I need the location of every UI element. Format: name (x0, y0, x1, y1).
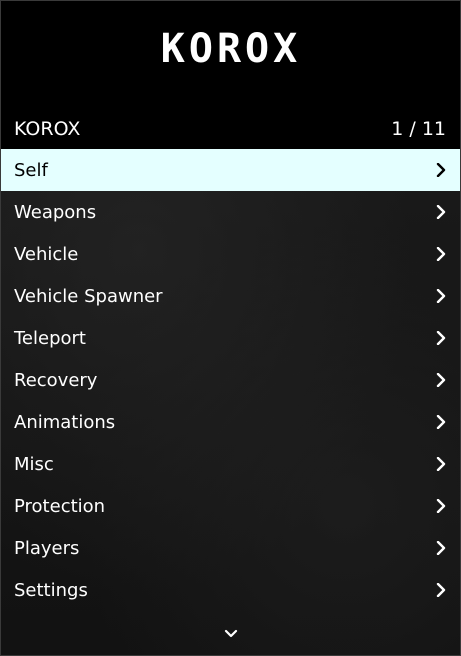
chevron-right-icon (436, 583, 446, 597)
chevron-right-icon (436, 289, 446, 303)
menu-item-label: Vehicle Spawner (14, 285, 163, 307)
chevron-right-icon (436, 457, 446, 471)
menu-item-settings[interactable]: Settings (1, 569, 460, 611)
chevron-right-icon (436, 415, 446, 429)
menu-item-protection[interactable]: Protection (1, 485, 460, 527)
menu-footer[interactable] (1, 613, 460, 655)
menu-item-label: Vehicle (14, 243, 79, 265)
menu-item-animations[interactable]: Animations (1, 401, 460, 443)
menu-item-label: Players (14, 537, 80, 559)
chevron-right-icon (436, 205, 446, 219)
menu-item-label: Misc (14, 453, 54, 475)
menu-item-recovery[interactable]: Recovery (1, 359, 460, 401)
menu-item-label: Recovery (14, 369, 98, 391)
svg-text:KOROX: KOROX (160, 26, 300, 72)
menu-item-vehicle-spawner[interactable]: Vehicle Spawner (1, 275, 460, 317)
menu-item-misc[interactable]: Misc (1, 443, 460, 485)
chevron-right-icon (436, 541, 446, 555)
menu-item-vehicle[interactable]: Vehicle (1, 233, 460, 275)
menu-item-label: Self (14, 159, 48, 181)
menu-item-label: Settings (14, 579, 88, 601)
chevron-right-icon (436, 331, 446, 345)
menu-subheader: KOROX 1 / 11 (1, 109, 460, 149)
menu-item-teleport[interactable]: Teleport (1, 317, 460, 359)
menu-body: Self Weapons Vehicle Vehicle Spawner Tel… (1, 149, 460, 655)
menu-items: Self Weapons Vehicle Vehicle Spawner Tel… (1, 149, 460, 611)
menu-item-label: Teleport (14, 327, 86, 349)
korox-logo: KOROX (160, 26, 300, 72)
menu-item-label: Animations (14, 411, 116, 433)
page-indicator: 1 / 11 (391, 118, 446, 140)
menu-title: KOROX (14, 118, 81, 140)
chevron-down-icon[interactable] (224, 629, 238, 639)
mod-menu: KOROX KOROX 1 / 11 Self Weapons Vehicle … (0, 0, 461, 656)
menu-header: KOROX (1, 1, 460, 109)
chevron-right-icon (436, 247, 446, 261)
chevron-right-icon (436, 163, 446, 177)
chevron-right-icon (436, 373, 446, 387)
menu-item-label: Weapons (14, 201, 97, 223)
menu-item-self[interactable]: Self (1, 149, 460, 191)
chevron-right-icon (436, 499, 446, 513)
menu-item-weapons[interactable]: Weapons (1, 191, 460, 233)
menu-item-players[interactable]: Players (1, 527, 460, 569)
menu-item-label: Protection (14, 495, 106, 517)
